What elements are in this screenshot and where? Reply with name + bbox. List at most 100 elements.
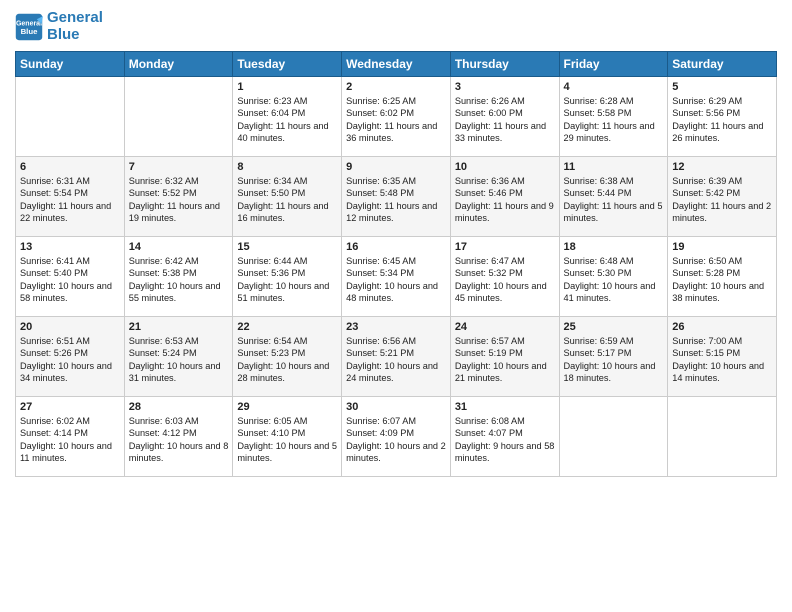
cell-info: Sunrise: 6:50 AMSunset: 5:28 PMDaylight:… [672, 255, 772, 305]
day-number: 5 [672, 81, 772, 93]
calendar-cell: 17 Sunrise: 6:47 AMSunset: 5:32 PMDayligh… [450, 237, 559, 317]
calendar-cell: 18 Sunrise: 6:48 AMSunset: 5:30 PMDayligh… [559, 237, 668, 317]
cell-info: Sunrise: 6:36 AMSunset: 5:46 PMDaylight:… [455, 175, 555, 225]
day-number: 11 [564, 161, 664, 173]
cell-info: Sunrise: 6:56 AMSunset: 5:21 PMDaylight:… [346, 335, 446, 385]
calendar-cell: 31 Sunrise: 6:08 AMSunset: 4:07 PMDayligh… [450, 397, 559, 477]
day-number: 30 [346, 401, 446, 413]
calendar-cell: 4 Sunrise: 6:28 AMSunset: 5:58 PMDaylight… [559, 77, 668, 157]
cell-info: Sunrise: 6:31 AMSunset: 5:54 PMDaylight:… [20, 175, 120, 225]
day-number: 12 [672, 161, 772, 173]
day-number: 2 [346, 81, 446, 93]
day-number: 14 [129, 241, 229, 253]
day-number: 1 [237, 81, 337, 93]
calendar-cell: 12 Sunrise: 6:39 AMSunset: 5:42 PMDayligh… [668, 157, 777, 237]
cell-info: Sunrise: 6:34 AMSunset: 5:50 PMDaylight:… [237, 175, 337, 225]
weekday-header-row: SundayMondayTuesdayWednesdayThursdayFrid… [16, 52, 777, 77]
cell-info: Sunrise: 6:42 AMSunset: 5:38 PMDaylight:… [129, 255, 229, 305]
weekday-header-wednesday: Wednesday [342, 52, 451, 77]
cell-info: Sunrise: 6:41 AMSunset: 5:40 PMDaylight:… [20, 255, 120, 305]
calendar-week-row: 27 Sunrise: 6:02 AMSunset: 4:14 PMDayligh… [16, 397, 777, 477]
calendar-cell [124, 77, 233, 157]
calendar-cell: 30 Sunrise: 6:07 AMSunset: 4:09 PMDayligh… [342, 397, 451, 477]
calendar-cell: 13 Sunrise: 6:41 AMSunset: 5:40 PMDayligh… [16, 237, 125, 317]
cell-info: Sunrise: 6:23 AMSunset: 6:04 PMDaylight:… [237, 95, 337, 145]
day-number: 31 [455, 401, 555, 413]
calendar-cell: 16 Sunrise: 6:45 AMSunset: 5:34 PMDayligh… [342, 237, 451, 317]
weekday-header-thursday: Thursday [450, 52, 559, 77]
cell-info: Sunrise: 6:29 AMSunset: 5:56 PMDaylight:… [672, 95, 772, 145]
calendar-cell: 25 Sunrise: 6:59 AMSunset: 5:17 PMDayligh… [559, 317, 668, 397]
calendar-page: General Blue General Blue SundayMondayTu… [0, 0, 792, 612]
calendar-cell [16, 77, 125, 157]
weekday-header-friday: Friday [559, 52, 668, 77]
day-number: 28 [129, 401, 229, 413]
day-number: 26 [672, 321, 772, 333]
calendar-cell: 23 Sunrise: 6:56 AMSunset: 5:21 PMDayligh… [342, 317, 451, 397]
day-number: 22 [237, 321, 337, 333]
cell-info: Sunrise: 6:08 AMSunset: 4:07 PMDaylight:… [455, 415, 555, 465]
cell-info: Sunrise: 6:48 AMSunset: 5:30 PMDaylight:… [564, 255, 664, 305]
day-number: 24 [455, 321, 555, 333]
calendar-table: SundayMondayTuesdayWednesdayThursdayFrid… [15, 51, 777, 477]
day-number: 17 [455, 241, 555, 253]
cell-info: Sunrise: 6:02 AMSunset: 4:14 PMDaylight:… [20, 415, 120, 465]
day-number: 4 [564, 81, 664, 93]
weekday-header-monday: Monday [124, 52, 233, 77]
weekday-header-tuesday: Tuesday [233, 52, 342, 77]
cell-info: Sunrise: 6:07 AMSunset: 4:09 PMDaylight:… [346, 415, 446, 465]
calendar-week-row: 6 Sunrise: 6:31 AMSunset: 5:54 PMDaylight… [16, 157, 777, 237]
cell-info: Sunrise: 6:57 AMSunset: 5:19 PMDaylight:… [455, 335, 555, 385]
day-number: 16 [346, 241, 446, 253]
calendar-cell [559, 397, 668, 477]
cell-info: Sunrise: 6:51 AMSunset: 5:26 PMDaylight:… [20, 335, 120, 385]
logo: General Blue General Blue [15, 10, 103, 43]
calendar-cell: 1 Sunrise: 6:23 AMSunset: 6:04 PMDaylight… [233, 77, 342, 157]
cell-info: Sunrise: 7:00 AMSunset: 5:15 PMDaylight:… [672, 335, 772, 385]
cell-info: Sunrise: 6:53 AMSunset: 5:24 PMDaylight:… [129, 335, 229, 385]
cell-info: Sunrise: 6:44 AMSunset: 5:36 PMDaylight:… [237, 255, 337, 305]
calendar-cell: 19Sunrise: 6:50 AMSunset: 5:28 PMDayligh… [668, 237, 777, 317]
calendar-cell: 14 Sunrise: 6:42 AMSunset: 5:38 PMDayligh… [124, 237, 233, 317]
cell-info: Sunrise: 6:59 AMSunset: 5:17 PMDaylight:… [564, 335, 664, 385]
cell-info: Sunrise: 6:54 AMSunset: 5:23 PMDaylight:… [237, 335, 337, 385]
calendar-cell: 29 Sunrise: 6:05 AMSunset: 4:10 PMDayligh… [233, 397, 342, 477]
logo-text: General Blue [47, 10, 103, 43]
day-number: 15 [237, 241, 337, 253]
day-number: 10 [455, 161, 555, 173]
weekday-header-saturday: Saturday [668, 52, 777, 77]
calendar-cell: 7Sunrise: 6:32 AMSunset: 5:52 PMDaylight… [124, 157, 233, 237]
cell-info: Sunrise: 6:05 AMSunset: 4:10 PMDaylight:… [237, 415, 337, 465]
calendar-cell: 3Sunrise: 6:26 AMSunset: 6:00 PMDaylight… [450, 77, 559, 157]
calendar-week-row: 1 Sunrise: 6:23 AMSunset: 6:04 PMDaylight… [16, 77, 777, 157]
calendar-cell: 11Sunrise: 6:38 AMSunset: 5:44 PMDayligh… [559, 157, 668, 237]
day-number: 9 [346, 161, 446, 173]
day-number: 25 [564, 321, 664, 333]
day-number: 6 [20, 161, 120, 173]
calendar-cell: 10 Sunrise: 6:36 AMSunset: 5:46 PMDayligh… [450, 157, 559, 237]
day-number: 27 [20, 401, 120, 413]
svg-text:Blue: Blue [21, 27, 39, 36]
day-number: 13 [20, 241, 120, 253]
day-number: 20 [20, 321, 120, 333]
cell-info: Sunrise: 6:45 AMSunset: 5:34 PMDaylight:… [346, 255, 446, 305]
cell-info: Sunrise: 6:28 AMSunset: 5:58 PMDaylight:… [564, 95, 664, 145]
calendar-cell: 24 Sunrise: 6:57 AMSunset: 5:19 PMDayligh… [450, 317, 559, 397]
day-number: 23 [346, 321, 446, 333]
calendar-cell [668, 397, 777, 477]
cell-info: Sunrise: 6:25 AMSunset: 6:02 PMDaylight:… [346, 95, 446, 145]
calendar-cell: 26 Sunrise: 7:00 AMSunset: 5:15 PMDayligh… [668, 317, 777, 397]
cell-info: Sunrise: 6:39 AMSunset: 5:42 PMDaylight:… [672, 175, 772, 225]
cell-info: Sunrise: 6:47 AMSunset: 5:32 PMDaylight:… [455, 255, 555, 305]
calendar-cell: 27 Sunrise: 6:02 AMSunset: 4:14 PMDayligh… [16, 397, 125, 477]
calendar-cell: 15 Sunrise: 6:44 AMSunset: 5:36 PMDayligh… [233, 237, 342, 317]
cell-info: Sunrise: 6:26 AMSunset: 6:00 PMDaylight:… [455, 95, 555, 145]
calendar-cell: 8Sunrise: 6:34 AMSunset: 5:50 PMDaylight… [233, 157, 342, 237]
day-number: 21 [129, 321, 229, 333]
cell-info: Sunrise: 6:35 AMSunset: 5:48 PMDaylight:… [346, 175, 446, 225]
calendar-cell: 2 Sunrise: 6:25 AMSunset: 6:02 PMDaylight… [342, 77, 451, 157]
day-number: 29 [237, 401, 337, 413]
day-number: 18 [564, 241, 664, 253]
weekday-header-sunday: Sunday [16, 52, 125, 77]
calendar-cell: 20 Sunrise: 6:51 AMSunset: 5:26 PMDayligh… [16, 317, 125, 397]
